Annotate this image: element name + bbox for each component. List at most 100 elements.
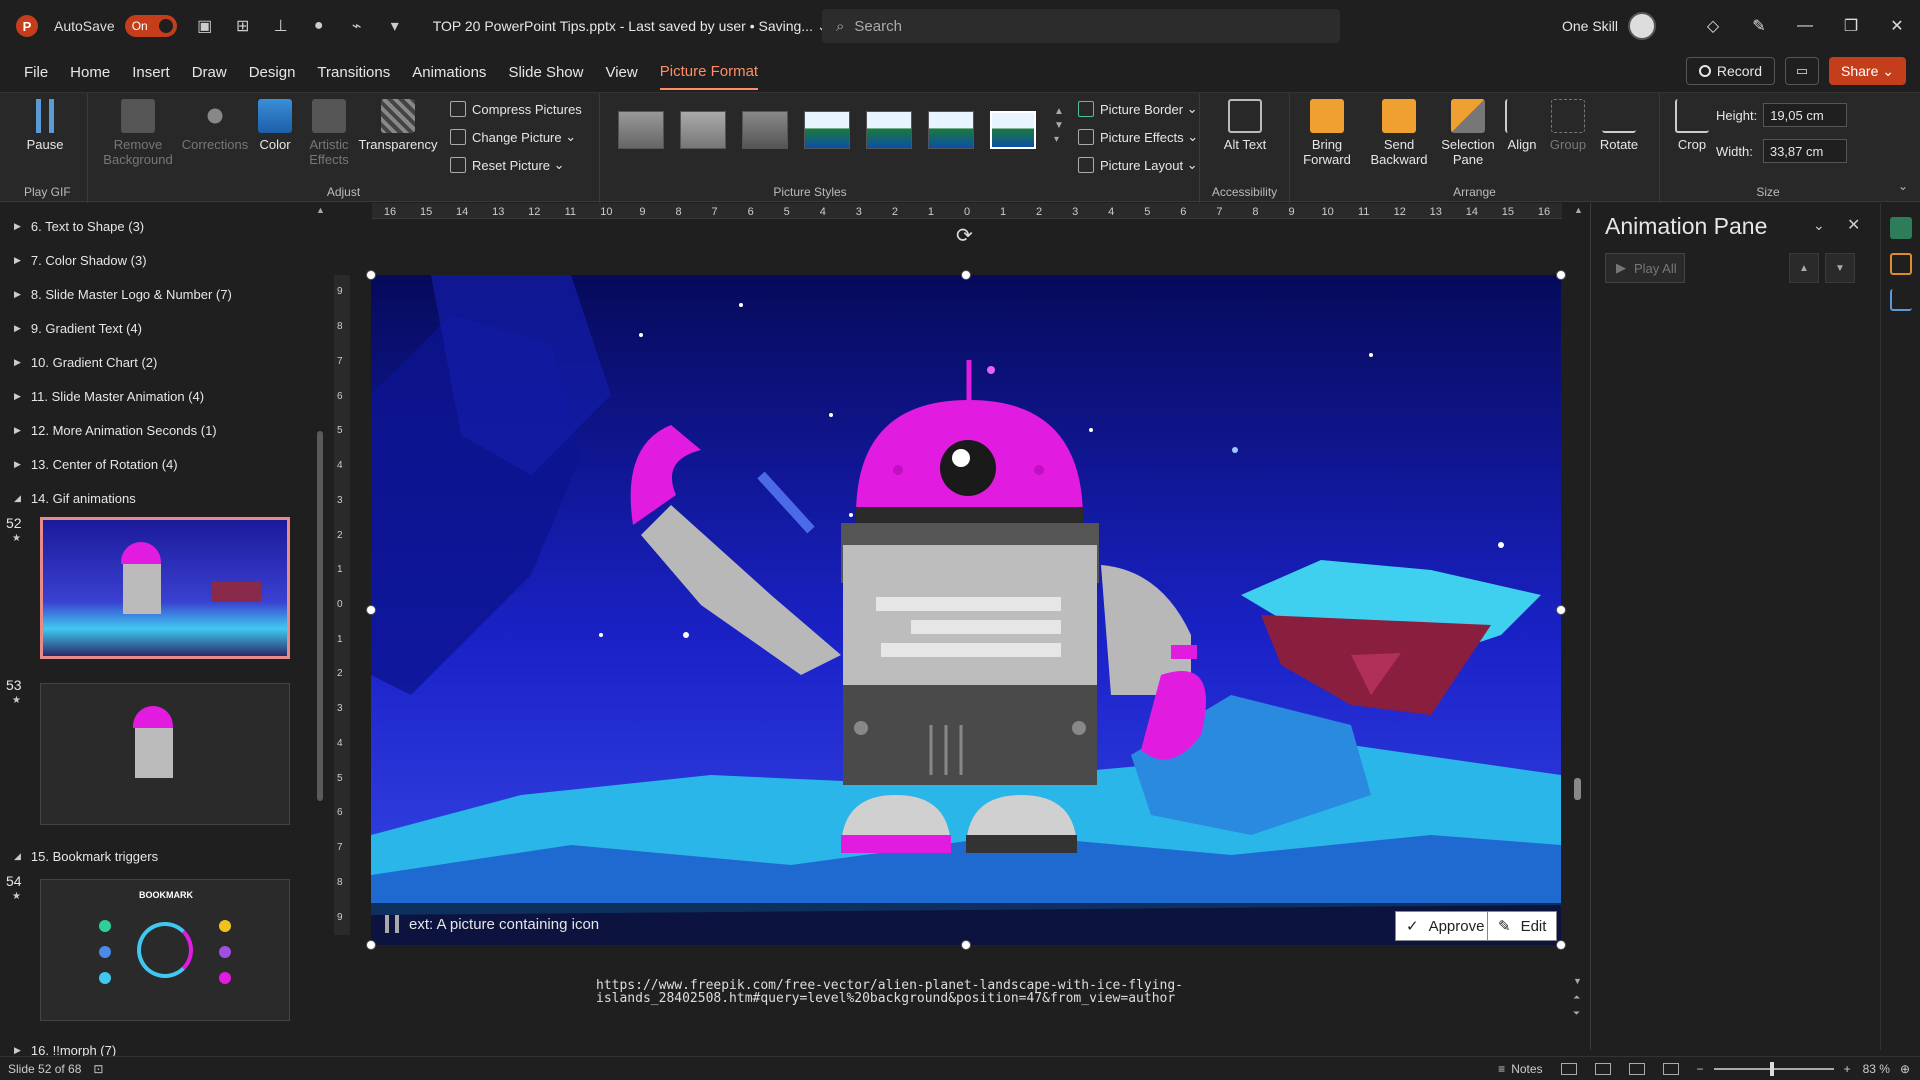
diamond-icon[interactable]: ◇ xyxy=(1690,0,1736,52)
picture-style-5[interactable] xyxy=(866,111,912,149)
search-input[interactable]: ⌕ Search xyxy=(822,9,1340,43)
send-backward-button[interactable]: Send Backward xyxy=(1364,99,1434,167)
tab-view[interactable]: View xyxy=(605,56,637,89)
slide-thumbnail-53[interactable] xyxy=(40,683,290,825)
artistic-effects-button[interactable]: Artistic Effects xyxy=(302,99,356,167)
zoom-out-icon[interactable]: − xyxy=(1697,1062,1704,1076)
group-button[interactable]: Group xyxy=(1546,99,1590,152)
page-nav-icons[interactable]: ▼ ⏶ ⏷ xyxy=(1573,973,1582,1021)
change-picture-button[interactable]: Change Picture ⌄ xyxy=(450,129,576,145)
edit-button[interactable]: ✎ Edit xyxy=(1487,911,1558,941)
collapse-ribbon-icon[interactable]: ⌄ xyxy=(1898,179,1908,193)
picture-border-button[interactable]: Picture Border ⌄ xyxy=(1078,101,1198,117)
shape-icon[interactable]: ● xyxy=(309,16,329,36)
section-item[interactable]: ▶ 11. Slide Master Animation (4) xyxy=(14,389,204,404)
tab-animations[interactable]: Animations xyxy=(412,56,486,89)
remove-background-button[interactable]: Remove Background xyxy=(102,99,174,167)
selection-pane-icon[interactable] xyxy=(1889,253,1912,275)
move-up-icon[interactable]: ▲ xyxy=(1789,253,1819,283)
picture-style-4[interactable] xyxy=(804,111,850,149)
format-painter-icon[interactable]: ⌁ xyxy=(347,16,367,36)
slideshow-view-icon[interactable] xyxy=(1662,1063,1679,1075)
minimize-icon[interactable]: — xyxy=(1782,0,1828,52)
autosave-toggle[interactable]: On xyxy=(124,15,177,37)
fit-slide-icon[interactable]: ⊕ xyxy=(1900,1062,1910,1076)
selected-picture[interactable]: ext: A picture containing icon ✓ Approve… xyxy=(371,275,1561,945)
close-pane-icon[interactable]: ✕ xyxy=(1847,215,1860,235)
slide-sorter-icon[interactable] xyxy=(1594,1063,1611,1075)
resize-handle-left[interactable] xyxy=(366,605,376,615)
color-button[interactable]: Color xyxy=(250,99,300,152)
animation-pane-icon[interactable] xyxy=(1889,217,1912,239)
tab-transitions[interactable]: Transitions xyxy=(317,56,390,89)
reset-picture-button[interactable]: Reset Picture ⌄ xyxy=(450,157,565,173)
resize-handle-bottom-left[interactable] xyxy=(366,940,376,950)
format-pane-icon[interactable] xyxy=(1889,289,1912,311)
present-icon[interactable]: ⊞ xyxy=(233,16,253,36)
pane-options-icon[interactable]: ⌄ xyxy=(1813,217,1825,234)
play-all-button[interactable]: ▶ Play All xyxy=(1605,253,1685,283)
canvas-scrollbar[interactable]: ▲ ▼ ⏶ ⏷ xyxy=(1572,203,1584,1043)
tab-home[interactable]: Home xyxy=(70,56,110,89)
section-item[interactable]: ▶ 10. Gradient Chart (2) xyxy=(14,355,157,370)
height-input[interactable]: 19,05 cm xyxy=(1763,103,1848,127)
section-item[interactable]: ▶ 9. Gradient Text (4) xyxy=(14,321,142,336)
resize-handle-top-right[interactable] xyxy=(1556,270,1566,280)
alt-text-button[interactable]: Alt Text xyxy=(1220,99,1270,152)
compress-pictures-button[interactable]: Compress Pictures xyxy=(450,101,582,117)
scroll-up-icon[interactable]: ▲ xyxy=(1574,205,1583,215)
scrollbar-thumb[interactable] xyxy=(317,431,323,801)
share-button[interactable]: Share ⌄ xyxy=(1829,57,1906,85)
section-item-bookmark-triggers[interactable]: ◢ 15. Bookmark triggers xyxy=(14,849,158,864)
normal-view-icon[interactable] xyxy=(1560,1063,1577,1075)
rotate-handle-icon[interactable]: ⟳ xyxy=(956,223,973,248)
approve-button[interactable]: ✓ Approve xyxy=(1395,911,1496,941)
rotate-button[interactable]: Rotate xyxy=(1594,99,1644,152)
zoom-slider[interactable] xyxy=(1713,1062,1834,1076)
document-title[interactable]: TOP 20 PowerPoint Tips.pptx - Last saved… xyxy=(433,18,829,35)
tab-design[interactable]: Design xyxy=(249,56,296,89)
width-input[interactable]: 33,87 cm xyxy=(1762,139,1847,163)
layout-icon[interactable]: ⊥ xyxy=(271,16,291,36)
transparency-button[interactable]: Transparency xyxy=(358,99,438,152)
zoom-in-icon[interactable]: + xyxy=(1844,1062,1851,1076)
section-item-gif-animations[interactable]: ◢ 14. Gif animations xyxy=(14,491,136,506)
picture-style-2[interactable] xyxy=(680,111,726,149)
comment-icon[interactable]: ▭ xyxy=(1785,57,1820,85)
scroll-up-icon[interactable]: ▲ xyxy=(316,205,325,215)
picture-style-6[interactable] xyxy=(928,111,974,149)
notes-icon[interactable]: ≡ xyxy=(1498,1062,1505,1076)
tab-picture-format[interactable]: Picture Format xyxy=(659,55,759,90)
pen-icon[interactable]: ✎ xyxy=(1736,0,1782,52)
align-button[interactable]: Align xyxy=(1500,99,1544,152)
close-icon[interactable]: ✕ xyxy=(1874,0,1920,52)
corrections-button[interactable]: Corrections xyxy=(180,99,250,152)
save-icon[interactable]: ▣ xyxy=(195,16,215,36)
zoom-slider-thumb[interactable] xyxy=(1769,1062,1774,1076)
slide-thumbnail-52[interactable] xyxy=(40,517,290,659)
resize-handle-bottom-right[interactable] xyxy=(1556,940,1566,950)
zoom-level[interactable]: 83 % xyxy=(1863,1062,1890,1076)
picture-style-1[interactable] xyxy=(618,111,664,149)
slide-thumbnail-54[interactable]: BOOKMARK xyxy=(40,879,290,1021)
resize-handle-right[interactable] xyxy=(1556,605,1566,615)
gif-pause-icon[interactable] xyxy=(385,915,399,933)
record-button[interactable]: Record xyxy=(1685,57,1776,85)
gallery-scroll-icon[interactable]: ▲ ▼ ▾ xyxy=(1054,105,1064,147)
selection-pane-button[interactable]: Selection Pane xyxy=(1438,99,1498,167)
picture-style-3[interactable] xyxy=(742,111,788,149)
picture-style-7[interactable] xyxy=(990,111,1036,149)
section-item[interactable]: ▶ 12. More Animation Seconds (1) xyxy=(14,423,217,438)
tab-slide-show[interactable]: Slide Show xyxy=(508,56,583,89)
section-item[interactable]: ▶ 6. Text to Shape (3) xyxy=(14,219,144,234)
thumbnail-scrollbar[interactable]: ▲ xyxy=(314,203,326,1050)
picture-effects-button[interactable]: Picture Effects ⌄ xyxy=(1078,129,1198,145)
pause-button[interactable]: Pause xyxy=(22,99,68,152)
restore-icon[interactable]: ❐ xyxy=(1828,0,1874,52)
section-item[interactable]: ▶ 13. Center of Rotation (4) xyxy=(14,457,178,472)
reading-view-icon[interactable] xyxy=(1628,1063,1645,1075)
notes-button[interactable]: Notes xyxy=(1511,1062,1542,1076)
resize-handle-bottom[interactable] xyxy=(961,940,971,950)
resize-handle-top-left[interactable] xyxy=(366,270,376,280)
customize-toolbar-icon[interactable]: ▾ xyxy=(385,16,405,36)
